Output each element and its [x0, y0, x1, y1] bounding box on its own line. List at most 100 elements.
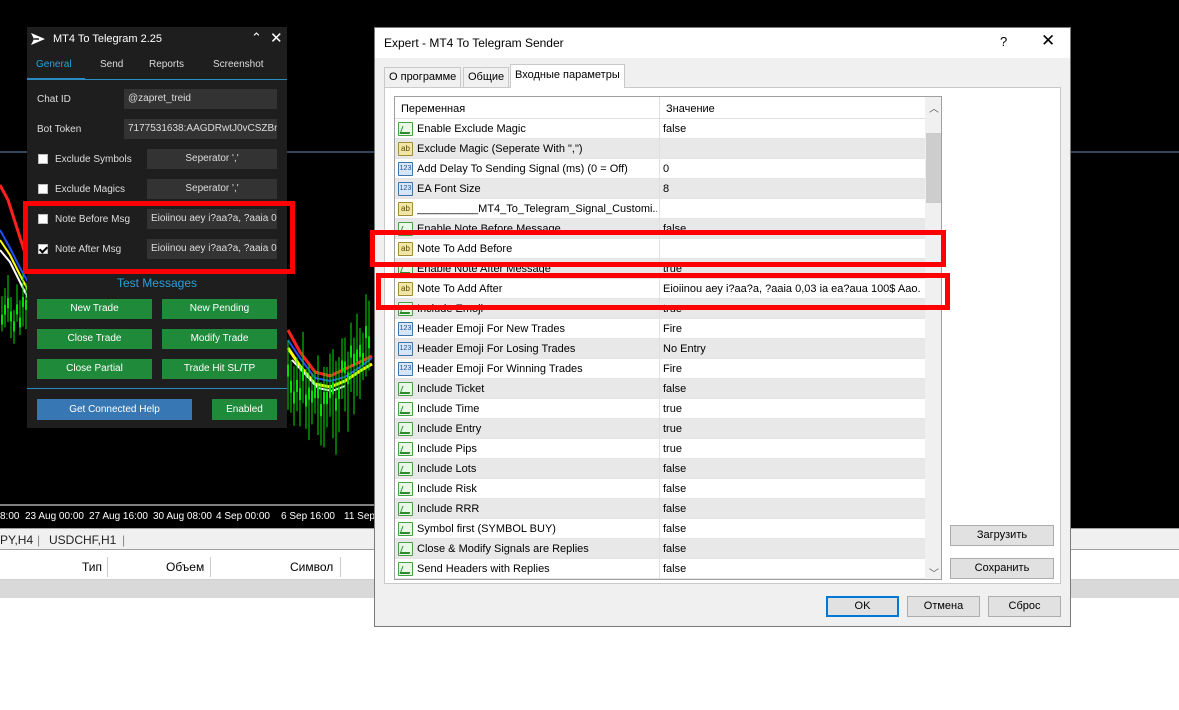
enabled-button[interactable]: Enabled	[212, 399, 277, 420]
column-header-value[interactable]: Значение	[666, 103, 715, 115]
parameter-name: Enable Exclude Magic	[417, 123, 526, 135]
table-row[interactable]: Close & Modify Signals are Replies false	[395, 539, 925, 559]
dialog-title-bar[interactable]: Expert - MT4 To Telegram Sender ? ✕	[375, 28, 1070, 58]
bool-type-icon	[398, 482, 413, 496]
table-row[interactable]: 123 Header Emoji For Losing Trades No Entr…	[395, 339, 925, 359]
parameter-value[interactable]: true	[663, 443, 921, 455]
x-axis-label: 27 Aug 16:00	[89, 511, 148, 522]
new-pending-button[interactable]: New Pending	[162, 299, 277, 319]
table-row[interactable]: Enable Exclude Magic false	[395, 119, 925, 139]
close-icon[interactable]: ✕	[1041, 31, 1055, 51]
parameter-value[interactable]: false	[663, 503, 921, 515]
parameter-value[interactable]: false	[663, 123, 921, 135]
table-row[interactable]: ab Exclude Magic (Seperate With ",")	[395, 139, 925, 159]
parameter-name: Include Entry	[417, 423, 482, 435]
close-partial-button[interactable]: Close Partial	[37, 359, 152, 379]
tab-screenshot[interactable]: Screenshot	[213, 59, 264, 70]
dialog-title: Expert - MT4 To Telegram Sender	[384, 36, 564, 50]
cancel-button[interactable]: Отмена	[907, 596, 980, 617]
parameter-value[interactable]: false	[663, 563, 921, 575]
parameter-name: Header Emoji For Losing Trades	[417, 343, 576, 355]
candle-body	[308, 387, 310, 400]
table-row[interactable]: 123 Header Emoji For Winning Trades Fire	[395, 359, 925, 379]
save-button[interactable]: Сохранить	[950, 558, 1054, 579]
tab-common[interactable]: Общие	[463, 67, 510, 87]
candle-body	[296, 379, 298, 392]
column-header-type[interactable]: Тип	[82, 560, 102, 574]
table-row[interactable]: 123 Header Emoji For New Trades Fire	[395, 319, 925, 339]
candle-body	[4, 304, 6, 315]
scrollbar-thumb[interactable]	[926, 133, 941, 203]
parameter-value[interactable]: false	[663, 383, 921, 395]
bot-token-input[interactable]: 7177531638:AAGDRwtJ0vCSZBr	[124, 119, 277, 139]
parameter-value[interactable]: false	[663, 483, 921, 495]
exclude-magics-checkbox[interactable]	[38, 184, 48, 194]
parameter-value[interactable]: No Entry	[663, 343, 921, 355]
help-icon[interactable]: ?	[1000, 34, 1007, 49]
table-row[interactable]: Send Headers with Replies false	[395, 559, 925, 579]
symbol-tab[interactable]: PY,H4	[0, 533, 33, 547]
exclude-symbols-label: Exclude Symbols	[55, 154, 132, 165]
candle-body	[13, 321, 15, 332]
bool-type-icon	[398, 502, 413, 516]
separator-button[interactable]: Seperator ','	[147, 179, 277, 199]
table-row[interactable]: Include RRR false	[395, 499, 925, 519]
candle-body	[368, 336, 370, 349]
tab-general[interactable]: General	[36, 59, 72, 70]
chevron-up-icon[interactable]: ⌃	[251, 30, 262, 46]
parameter-value[interactable]: true	[663, 423, 921, 435]
candle-body	[314, 386, 316, 399]
table-row[interactable]: Include Pips true	[395, 439, 925, 459]
bool-type-icon	[398, 402, 413, 416]
candle-body	[290, 380, 292, 393]
close-trade-button[interactable]: Close Trade	[37, 329, 152, 349]
new-trade-button[interactable]: New Trade	[37, 299, 152, 319]
int-type-icon: 123	[398, 182, 413, 196]
table-row[interactable]: Symbol first (SYMBOL BUY) false	[395, 519, 925, 539]
parameter-value[interactable]: false	[663, 523, 921, 535]
ok-button[interactable]: OK	[826, 596, 899, 617]
parameter-value[interactable]: false	[663, 543, 921, 555]
column-header-variable[interactable]: Переменная	[401, 103, 465, 115]
tab-reports[interactable]: Reports	[149, 59, 184, 70]
get-connected-help-button[interactable]: Get Connected Help	[37, 399, 192, 420]
symbol-tab[interactable]: USDCHF,H1	[49, 533, 116, 547]
load-button[interactable]: Загрузить	[950, 525, 1054, 546]
parameter-value[interactable]: true	[663, 403, 921, 415]
scroll-down-icon[interactable]: ﹀	[929, 565, 939, 579]
table-row[interactable]: Include Lots false	[395, 459, 925, 479]
candle-body	[338, 387, 340, 400]
table-row[interactable]: Include Time true	[395, 399, 925, 419]
table-row[interactable]: Include Ticket false	[395, 379, 925, 399]
vertical-scrollbar[interactable]: ︿ ﹀	[925, 97, 941, 579]
parameter-value[interactable]: 0	[663, 163, 921, 175]
x-axis-label: 4 Sep 00:00	[216, 511, 270, 522]
table-row[interactable]: Include Risk false	[395, 479, 925, 499]
candle-body	[347, 372, 349, 385]
scroll-up-icon[interactable]: ︿	[929, 100, 939, 115]
table-row[interactable]: 123 Add Delay To Sending Signal (ms) (0 =…	[395, 159, 925, 179]
close-icon[interactable]: ✕	[270, 29, 283, 47]
trade-hit-sltp-button[interactable]: Trade Hit SL/TP	[162, 359, 277, 379]
tab-about[interactable]: О программе	[384, 67, 462, 87]
parameter-value[interactable]: 8	[663, 183, 921, 195]
parameter-value[interactable]: Fire	[663, 363, 921, 375]
column-header-volume[interactable]: Объем	[166, 560, 204, 574]
column-header-symbol[interactable]: Символ	[290, 560, 333, 574]
table-row[interactable]: Include Entry true	[395, 419, 925, 439]
bool-type-icon	[398, 442, 413, 456]
parameter-value[interactable]: Fire	[663, 323, 921, 335]
exclude-symbols-checkbox[interactable]	[38, 154, 48, 164]
table-row[interactable]: 123 EA Font Size 8	[395, 179, 925, 199]
table-row[interactable]: ab __________MT4_To_Telegram_Signal_Custo…	[395, 199, 925, 219]
panel-title-bar[interactable]: MT4 To Telegram 2.25 ⌃ ✕	[27, 27, 287, 51]
tab-input-parameters[interactable]: Входные параметры	[510, 64, 625, 88]
candle-body	[305, 394, 307, 407]
separator-button[interactable]: Seperator ','	[147, 149, 277, 169]
reset-button[interactable]: Сброс	[988, 596, 1061, 617]
chat-id-input[interactable]: @zapret_treid	[124, 89, 277, 109]
parameter-value[interactable]: false	[663, 463, 921, 475]
candle-body	[320, 404, 322, 417]
modify-trade-button[interactable]: Modify Trade	[162, 329, 277, 349]
tab-send[interactable]: Send	[100, 59, 123, 70]
